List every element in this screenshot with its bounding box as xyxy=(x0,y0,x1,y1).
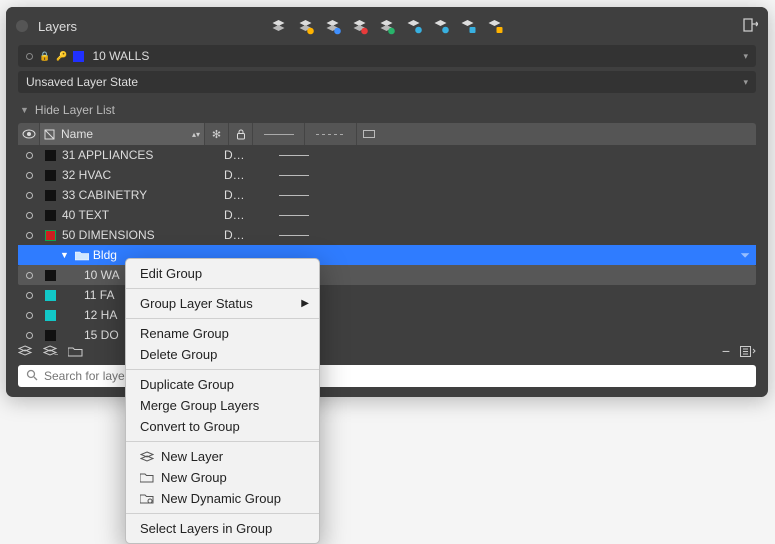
menu-edit-group[interactable]: Edit Group xyxy=(126,263,319,284)
layer-row[interactable]: 31 APPLIANCES D… xyxy=(18,145,756,165)
menu-new-dynamic-group[interactable]: New Dynamic Group xyxy=(126,488,319,509)
menu-rename-group[interactable]: Rename Group xyxy=(126,323,319,344)
close-dot[interactable] xyxy=(16,20,28,32)
layers-filter-icon[interactable] xyxy=(379,18,396,35)
column-headers: Name ▴▾ ✻ xyxy=(18,123,756,145)
panel-title: Layers xyxy=(38,19,77,34)
col-linetype1[interactable] xyxy=(253,123,305,145)
layers-key-icon[interactable] xyxy=(433,18,450,35)
menu-new-layer[interactable]: New Layer xyxy=(126,446,319,467)
layers-lock-icon[interactable] xyxy=(460,18,477,35)
col-extra[interactable] xyxy=(357,123,381,145)
current-layer-selector[interactable]: 🔒 🔑 10 WALLS ▾ xyxy=(18,45,756,67)
triangle-down-icon: ▼ xyxy=(20,105,29,115)
col-visibility[interactable] xyxy=(18,123,40,145)
visibility-dot[interactable] xyxy=(26,53,33,60)
menu-merge-group-layers[interactable]: Merge Group Layers xyxy=(126,395,319,416)
context-menu: Edit Group Group Layer Status▶ Rename Gr… xyxy=(125,258,320,544)
menu-convert-to-group[interactable]: Convert to Group xyxy=(126,416,319,437)
current-layer-name: 10 WALLS xyxy=(92,49,149,63)
submenu-arrow-icon: ▶ xyxy=(301,298,309,309)
menu-new-group[interactable]: New Group xyxy=(126,467,319,488)
menu-group-layer-status[interactable]: Group Layer Status▶ xyxy=(126,293,319,314)
footer-layers-minus-icon[interactable]: − xyxy=(43,345,58,357)
layer-row[interactable]: 40 TEXT D… xyxy=(18,205,756,225)
key-mini-icon[interactable]: 🔑 xyxy=(56,51,67,62)
collapse-all-icon[interactable]: − xyxy=(722,343,730,359)
layers-del-icon[interactable] xyxy=(352,18,369,35)
col-lock[interactable] xyxy=(229,123,253,145)
filter-icon[interactable]: ⏷ xyxy=(740,248,750,263)
layer-row[interactable]: 50 DIMENSIONS D… xyxy=(18,225,756,245)
layer-row[interactable]: 32 HVAC D… xyxy=(18,165,756,185)
layers-panel: Layers 🔒 🔑 10 WALLS ▾ Unsaved Layer Stat… xyxy=(6,7,768,397)
layers-dup-icon[interactable] xyxy=(325,18,342,35)
titlebar: Layers xyxy=(6,7,768,45)
layer-row[interactable]: 33 CABINETRY D… xyxy=(18,185,756,205)
layers-icon xyxy=(140,451,154,463)
folder-icon xyxy=(140,472,154,484)
layers-icon[interactable] xyxy=(271,18,288,35)
layers-add-icon[interactable] xyxy=(298,18,315,35)
chevron-down-icon: ▾ xyxy=(743,51,748,62)
current-layer-swatch xyxy=(73,51,84,62)
triangle-down-icon[interactable]: ▼ xyxy=(60,250,69,260)
layer-state-label: Unsaved Layer State xyxy=(26,75,138,89)
col-name-label: Name xyxy=(61,127,93,141)
lock-mini-icon[interactable]: 🔒 xyxy=(39,51,50,62)
col-linetype2[interactable] xyxy=(305,123,357,145)
menu-delete-group[interactable]: Delete Group xyxy=(126,344,319,365)
layers-snow-icon[interactable] xyxy=(406,18,423,35)
col-name[interactable]: Name ▴▾ xyxy=(40,123,205,145)
layers-folder-icon[interactable] xyxy=(487,18,504,35)
footer-folder-icon[interactable] xyxy=(68,346,83,357)
search-icon xyxy=(26,369,38,384)
svg-text:−: − xyxy=(54,350,58,357)
hide-layer-list-label: Hide Layer List xyxy=(35,103,115,117)
col-snowflake[interactable]: ✻ xyxy=(205,123,229,145)
chevron-down-icon: ▾ xyxy=(743,77,748,88)
menu-select-layers-in-group[interactable]: Select Layers in Group xyxy=(126,518,319,539)
pin-panel-icon[interactable] xyxy=(742,17,758,33)
sort-indicator-icon: ▴▾ xyxy=(192,130,200,139)
folder-open-icon xyxy=(75,250,89,261)
folder-gear-icon xyxy=(140,493,154,505)
hide-layer-list-toggle[interactable]: ▼ Hide Layer List xyxy=(6,97,768,123)
toolbar xyxy=(271,18,504,35)
footer-layers-icon[interactable] xyxy=(18,345,33,357)
layer-state-selector[interactable]: Unsaved Layer State ▾ xyxy=(18,71,756,93)
view-mode-icon[interactable] xyxy=(740,346,756,357)
menu-duplicate-group[interactable]: Duplicate Group xyxy=(126,374,319,395)
